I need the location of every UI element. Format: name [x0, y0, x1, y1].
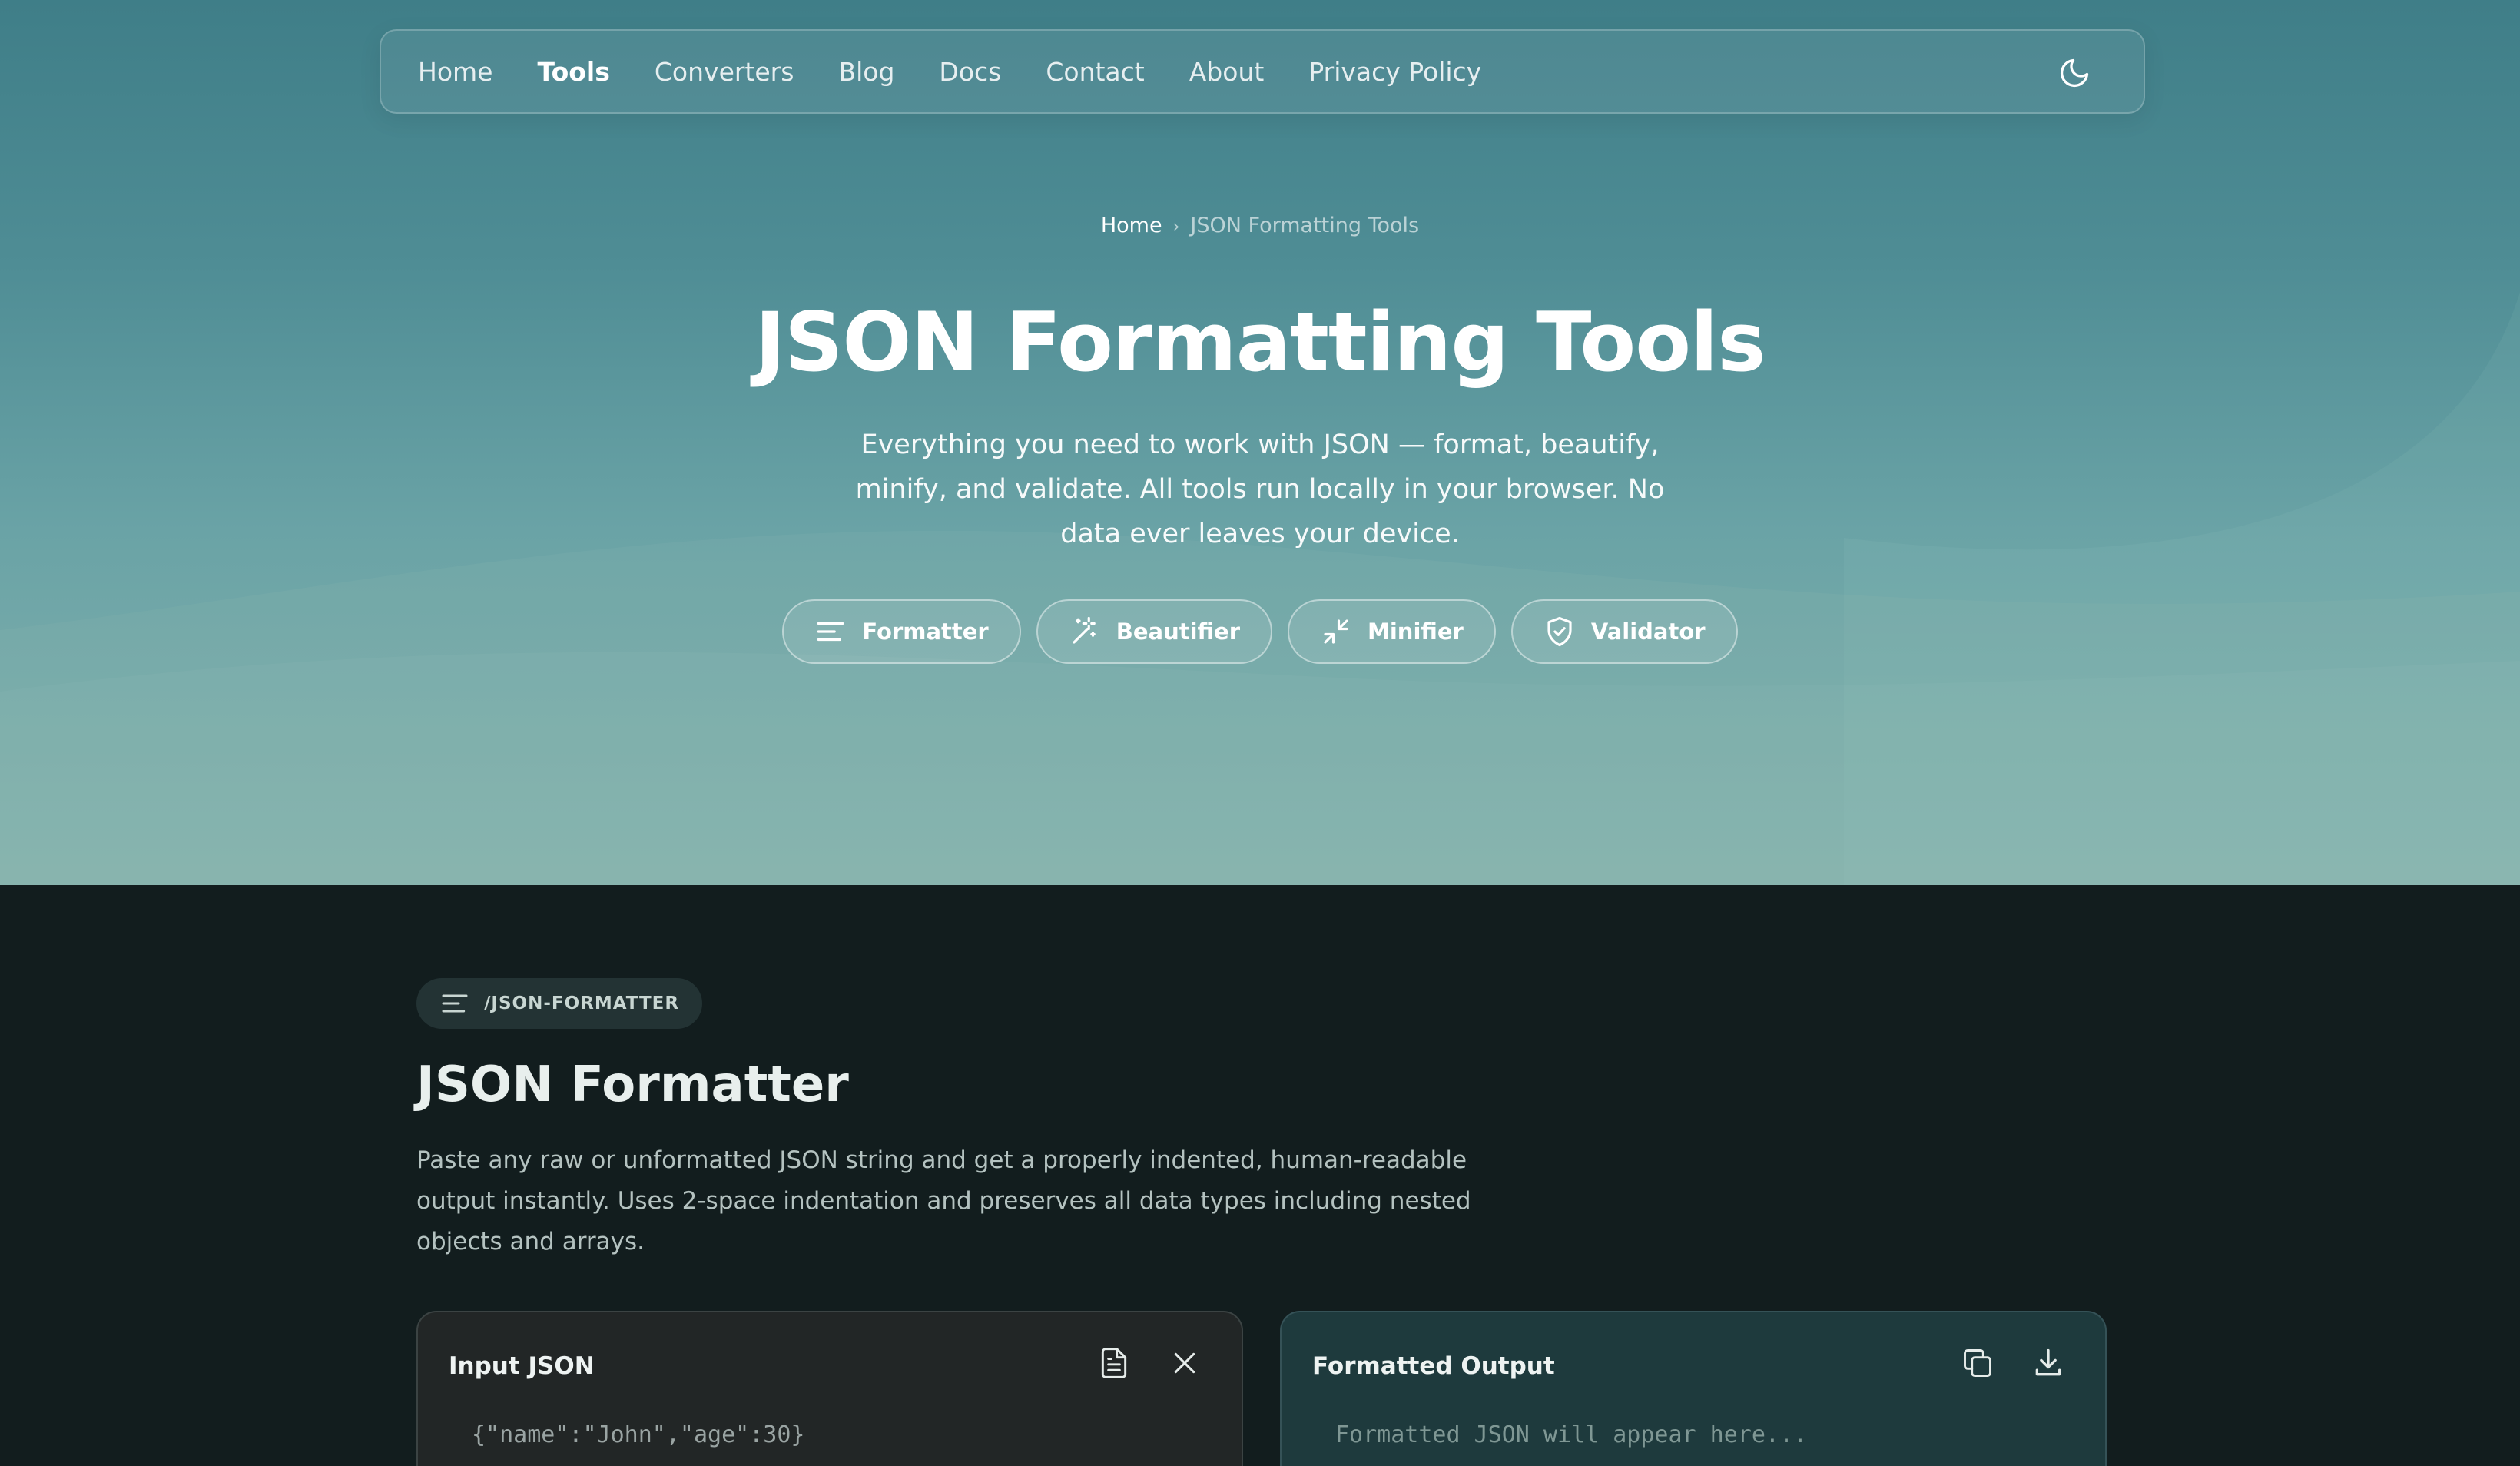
page-subtitle: Everything you need to work with JSON — … [855, 430, 1665, 549]
nav-item-contact[interactable]: Contact [1046, 57, 1144, 87]
copy-output-button[interactable] [1959, 1345, 1996, 1381]
validator-pill-button[interactable]: Validator [1510, 599, 1738, 664]
validator-pill-label: Validator [1590, 619, 1706, 645]
section-tag-badge: /JSON-FORMATTER [416, 978, 703, 1029]
page-title: JSON Formatting Tools [754, 295, 1766, 390]
nav-item-privacy-policy[interactable]: Privacy Policy [1308, 57, 1481, 87]
input-json-textarea[interactable]: {"name":"John","age":30} [472, 1421, 804, 1448]
minimize-icon [1324, 619, 1348, 644]
load-sample-button[interactable] [1096, 1345, 1132, 1381]
close-icon [1174, 1352, 1195, 1374]
beautifier-pill-button[interactable]: Beautifier [1036, 599, 1272, 664]
clear-input-button[interactable] [1166, 1345, 1203, 1381]
input-json-panel: Input JSON {"name":"John","age":30} [416, 1311, 1243, 1466]
hero-section: Home Tools Converters Blog Docs Contact … [0, 0, 2520, 885]
nav-item-home[interactable]: Home [418, 57, 492, 87]
top-navigation: Home Tools Converters Blog Docs Contact … [380, 29, 2145, 114]
formatted-output-panel: Formatted Output Formatted JSON will app… [1280, 1311, 2107, 1466]
nav-item-converters[interactable]: Converters [655, 57, 794, 87]
input-panel-actions [1096, 1345, 1203, 1381]
beautifier-pill-label: Beautifier [1116, 619, 1240, 645]
copy-icon [1964, 1349, 1991, 1377]
align-left-icon [817, 622, 844, 642]
tool-pill-group: Formatter Beautifier Minifier Validator [0, 599, 2520, 664]
output-panel-title: Formatted Output [1312, 1352, 1555, 1380]
formatted-output-area[interactable]: Formatted JSON will appear here... [1335, 1421, 1807, 1448]
moon-icon [2060, 58, 2089, 88]
nav-item-tools[interactable]: Tools [537, 57, 609, 87]
shield-check-icon [1547, 616, 1572, 647]
input-panel-title: Input JSON [449, 1352, 595, 1380]
section-tag-label: /JSON-FORMATTER [484, 993, 680, 1013]
nav-item-about[interactable]: About [1189, 57, 1265, 87]
magic-wand-icon [1073, 616, 1096, 644]
minifier-pill-label: Minifier [1368, 619, 1464, 645]
breadcrumb-home-link[interactable]: Home [1101, 214, 1162, 237]
formatter-pill-label: Formatter [862, 619, 989, 645]
minifier-pill-button[interactable]: Minifier [1288, 599, 1496, 664]
nav-item-blog[interactable]: Blog [838, 57, 894, 87]
output-panel-actions [1959, 1345, 2067, 1381]
breadcrumb: Home › JSON Formatting Tools [0, 214, 2520, 237]
theme-toggle-button[interactable] [2053, 51, 2096, 95]
document-icon [1101, 1348, 1127, 1378]
breadcrumb-current: JSON Formatting Tools [1190, 214, 1420, 237]
breadcrumb-separator: › [1172, 217, 1180, 237]
align-left-icon [442, 994, 468, 1013]
section-title: JSON Formatter [416, 1056, 849, 1113]
section-description: Paste any raw or unformatted JSON string… [416, 1146, 1471, 1255]
formatter-pill-button[interactable]: Formatter [782, 599, 1021, 664]
nav-item-docs[interactable]: Docs [939, 57, 1001, 87]
download-output-button[interactable] [2030, 1345, 2067, 1381]
download-icon [2035, 1348, 2061, 1376]
